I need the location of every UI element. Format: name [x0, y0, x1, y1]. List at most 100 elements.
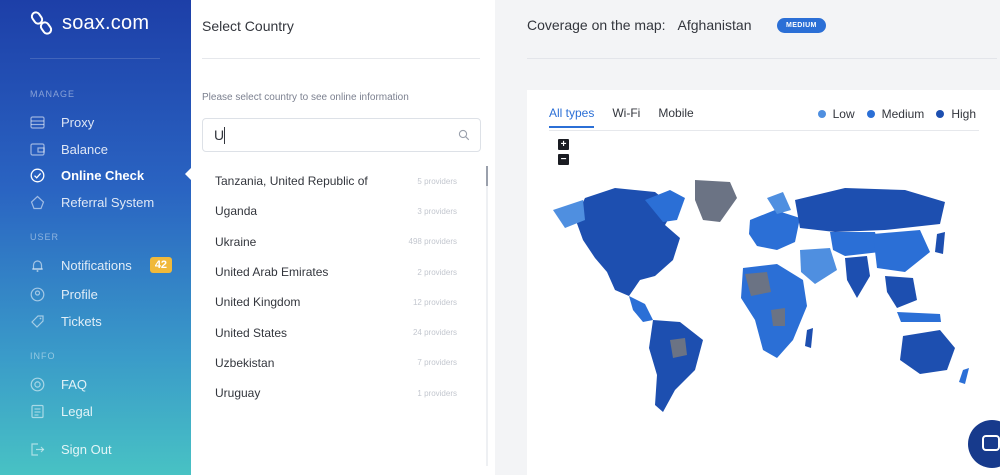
country-list: Tanzania, United Republic of 5 providers …	[202, 166, 467, 408]
legend-item-low: Low	[817, 107, 855, 121]
country-name: Uruguay	[215, 386, 261, 401]
country-name: Ukraine	[215, 234, 257, 249]
map-region-madagascar	[805, 328, 813, 348]
list-scrollbar[interactable]	[486, 166, 488, 466]
sidebar-item-label: Online Check	[61, 167, 145, 183]
section-label-user: USER	[30, 232, 60, 242]
country-option[interactable]: Uruguay 1 providers	[202, 378, 467, 408]
sidebar-item-proxy[interactable]: Proxy	[30, 112, 94, 132]
map-region-greenland	[695, 180, 737, 222]
ticket-icon	[31, 314, 44, 328]
provider-count: 3 providers	[417, 206, 457, 216]
tab-all-types[interactable]: All types	[549, 106, 595, 128]
sidebar-item-label: FAQ	[61, 376, 88, 392]
tab-wi-fi[interactable]: Wi-Fi	[612, 106, 640, 128]
world-map[interactable]	[545, 180, 985, 420]
country-name: United States	[215, 325, 288, 340]
map-card: All types Wi-Fi Mobile Low Medium High +…	[527, 90, 1000, 475]
country-name: United Arab Emirates	[215, 265, 329, 280]
country-search-input[interactable]: U	[202, 118, 481, 152]
sidebar-item-label: Balance	[61, 141, 108, 157]
map-region-japan	[935, 232, 945, 254]
coverage-level-badge: MEDIUM	[777, 18, 826, 33]
check-circle-icon	[30, 168, 45, 182]
sidebar-item-label: Proxy	[61, 114, 95, 130]
country-option[interactable]: United Kingdom 12 providers	[202, 287, 467, 317]
provider-count: 1 providers	[417, 388, 457, 398]
divider	[30, 58, 160, 59]
country-option[interactable]: United Arab Emirates 2 providers	[202, 257, 467, 287]
country-option[interactable]: Tanzania, United Republic of 5 providers	[202, 166, 467, 196]
divider	[527, 58, 997, 59]
map-region-scandinavia	[767, 192, 791, 214]
section-label-manage: MANAGE	[30, 89, 76, 99]
page-title: Select Country	[202, 18, 294, 34]
zoom-out-button[interactable]: −	[558, 154, 569, 165]
legend-label: Low	[832, 107, 855, 121]
map-type-tabs: All types Wi-Fi Mobile	[549, 106, 694, 128]
legend-label: Medium	[881, 107, 925, 121]
map-region-southeast-asia	[885, 276, 917, 308]
section-label-info: INFO	[30, 351, 56, 361]
sign-out-icon	[31, 442, 45, 456]
sidebar-item-online-check[interactable]: Online Check	[30, 165, 144, 185]
sidebar-item-balance[interactable]: Balance	[30, 139, 108, 159]
list-scroll-thumb[interactable]	[486, 166, 488, 186]
bell-icon	[32, 259, 43, 272]
legend-label: High	[951, 107, 976, 121]
provider-count: 24 providers	[412, 328, 457, 338]
sidebar-item-faq[interactable]: FAQ	[30, 374, 87, 394]
brand-name: soax.com	[62, 11, 150, 34]
sidebar-item-label: Sign Out	[61, 441, 112, 457]
country-option[interactable]: Uzbekistan 7 providers	[202, 348, 467, 378]
faq-icon	[30, 377, 45, 391]
divider	[202, 58, 480, 59]
sidebar-item-label: Tickets	[61, 313, 102, 329]
profile-icon	[30, 287, 45, 301]
map-region-central-asia	[830, 232, 880, 256]
referral-icon	[30, 195, 45, 209]
map-region-new-zealand	[959, 368, 969, 384]
legend-dot	[936, 110, 945, 118]
sidebar-item-tickets[interactable]: Tickets	[30, 311, 102, 331]
logo-icon	[30, 11, 53, 35]
panel-hint: Please select country to see online info…	[202, 92, 409, 103]
country-panel: Select Country Please select country to …	[191, 0, 495, 475]
sidebar-item-label: Referral System	[61, 194, 155, 210]
map-region-indonesia	[897, 312, 941, 322]
map-region-south-america	[649, 320, 703, 412]
country-option[interactable]: Uganda 3 providers	[202, 196, 467, 226]
search-value: U	[214, 127, 225, 143]
country-option[interactable]: United States 24 providers	[202, 317, 467, 347]
balance-icon	[30, 142, 45, 156]
sidebar-item-sign-out[interactable]: Sign Out	[30, 439, 112, 459]
sidebar-item-profile[interactable]: Profile	[30, 284, 98, 304]
legend-dot	[817, 110, 826, 118]
divider	[549, 130, 979, 131]
sidebar-item-label: Notifications	[61, 257, 132, 273]
sidebar: soax.com MANAGE Proxy Balance Online Che…	[0, 0, 191, 475]
country-option[interactable]: Ukraine 498 providers	[202, 227, 467, 257]
chat-icon	[982, 435, 1000, 451]
map-region-middle-east	[800, 248, 837, 284]
sidebar-item-legal[interactable]: Legal	[30, 401, 93, 421]
legend-dot	[866, 110, 875, 118]
provider-count: 7 providers	[417, 358, 457, 368]
map-legend: Low Medium High	[817, 107, 976, 121]
legal-icon	[31, 404, 44, 418]
sidebar-item-referral-system[interactable]: Referral System	[30, 192, 154, 212]
coverage-label: Coverage on the map:	[527, 17, 666, 33]
map-region-south-america-grey	[670, 338, 687, 358]
text-caret	[224, 127, 225, 144]
map-region-australia	[900, 330, 955, 374]
country-name: Uzbekistan	[215, 355, 275, 370]
sidebar-item-label: Legal	[61, 403, 93, 419]
map-region-russia	[795, 188, 945, 232]
country-name: Tanzania, United Republic of	[215, 174, 368, 189]
coverage-header: Coverage on the map: Afghanistan	[527, 17, 751, 33]
zoom-in-button[interactable]: +	[558, 139, 569, 150]
tab-mobile[interactable]: Mobile	[658, 106, 693, 128]
search-icon[interactable]	[458, 129, 470, 141]
brand-logo[interactable]: soax.com	[30, 10, 149, 36]
sidebar-item-notifications[interactable]: Notifications 42	[30, 255, 173, 275]
